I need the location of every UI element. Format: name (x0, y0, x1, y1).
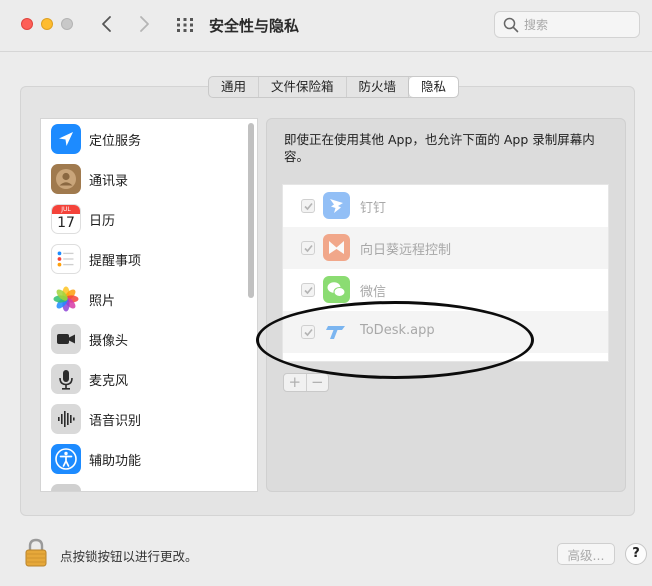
photos-icon (51, 284, 81, 314)
app-name: ToDesk.app (360, 323, 435, 338)
accessibility-icon (51, 444, 81, 474)
sidebar-item-partial[interactable] (41, 479, 241, 491)
sidebar-item-label: 麦克风 (89, 374, 129, 389)
advanced-button[interactable]: 高级... (557, 543, 615, 565)
app-row-todesk[interactable]: ToDesk.app (283, 311, 608, 353)
grid-icon (177, 18, 193, 32)
sidebar-item-label: 语音识别 (89, 414, 142, 429)
sidebar-scrollbar[interactable] (244, 121, 256, 489)
add-app-button[interactable]: + (284, 374, 307, 391)
sidebar-item-label: 提醒事项 (89, 254, 142, 269)
app-checkbox[interactable] (301, 241, 315, 255)
screen-recording-description: 即使正在使用其他 App，也允许下面的 App 录制屏幕内容。 (284, 132, 595, 164)
app-name: 钉钉 (360, 201, 387, 216)
tab-bar: 通用 文件保险箱 防火墙 隐私 (208, 76, 460, 98)
location-arrow-icon (51, 124, 81, 154)
tab-firewall[interactable]: 防火墙 (347, 77, 410, 97)
sidebar-item-camera[interactable]: 摄像头 (41, 319, 241, 359)
calendar-icon: JUL 17 (51, 204, 81, 234)
remove-app-button[interactable]: − (307, 374, 329, 391)
privacy-category-list[interactable]: 定位服务 通讯录 JUL 17 日历 提醒事项 照片 摄像头 麦克风 语音识别 … (40, 118, 258, 492)
app-name: 微信 (360, 285, 387, 300)
speech-recognition-icon (51, 404, 81, 434)
lock-hint-text: 点按锁按钮以进行更改。 (60, 549, 198, 564)
add-remove-control: + − (283, 373, 329, 392)
sidebar-item-calendar[interactable]: JUL 17 日历 (41, 199, 241, 239)
sidebar-item-microphone[interactable]: 麦克风 (41, 359, 241, 399)
lock-icon (25, 538, 47, 567)
help-button[interactable]: ? (625, 543, 647, 565)
minimize-window-button[interactable] (41, 18, 53, 30)
camera-icon (51, 324, 81, 354)
window-title: 安全性与隐私 (209, 17, 300, 35)
todesk-icon (323, 318, 350, 345)
sidebar-item-label: 定位服务 (89, 134, 142, 149)
sidebar-item-label: 摄像头 (89, 334, 129, 349)
screen-recording-app-list[interactable]: 钉钉 向日葵远程控制 微信 ToDesk.app (282, 184, 609, 362)
sidebar-item-location-services[interactable]: 定位服务 (41, 119, 241, 159)
title-bar: 安全性与隐私 (0, 0, 652, 52)
sidebar-item-accessibility[interactable]: 辅助功能 (41, 439, 241, 479)
checkmark-icon (304, 328, 313, 337)
sidebar-item-label: 日历 (89, 214, 116, 229)
app-checkbox[interactable] (301, 325, 315, 339)
app-row-wechat[interactable]: 微信 (283, 269, 608, 311)
dingtalk-icon (323, 192, 350, 219)
close-window-button[interactable] (21, 18, 33, 30)
checkmark-icon (304, 202, 313, 211)
microphone-icon (51, 364, 81, 394)
search-input[interactable] (524, 16, 634, 34)
reminders-icon (51, 244, 81, 274)
sidebar-item-reminders[interactable]: 提醒事项 (41, 239, 241, 279)
sidebar-item-speech-recognition[interactable]: 语音识别 (41, 399, 241, 439)
app-checkbox[interactable] (301, 199, 315, 213)
checkmark-icon (304, 244, 313, 253)
chevron-left-icon (102, 16, 111, 32)
forward-button[interactable] (133, 12, 155, 36)
contacts-icon (51, 164, 81, 194)
app-checkbox[interactable] (301, 283, 315, 297)
wechat-icon (323, 276, 350, 303)
app-name: 向日葵远程控制 (360, 243, 452, 258)
sidebar-item-label: 通讯录 (89, 174, 129, 189)
back-button[interactable] (96, 12, 118, 36)
show-all-button[interactable] (175, 15, 195, 35)
tab-privacy[interactable]: 隐私 (409, 77, 459, 97)
app-row-sunlogin[interactable]: 向日葵远程控制 (283, 227, 608, 269)
search-icon (503, 17, 519, 33)
partial-item-icon (51, 484, 81, 491)
sidebar-item-label: 照片 (89, 294, 116, 309)
sidebar-item-photos[interactable]: 照片 (41, 279, 241, 319)
sidebar-item-label: 辅助功能 (89, 454, 142, 469)
zoom-window-button[interactable] (61, 18, 73, 30)
tab-filevault[interactable]: 文件保险箱 (259, 77, 347, 97)
sunlogin-icon (323, 234, 350, 261)
lock-button[interactable] (24, 536, 48, 568)
chevron-right-icon (140, 16, 149, 32)
sidebar-item-contacts[interactable]: 通讯录 (41, 159, 241, 199)
app-row-dingtalk[interactable]: 钉钉 (283, 185, 608, 227)
search-field[interactable] (494, 11, 640, 38)
checkmark-icon (304, 286, 313, 295)
tab-general[interactable]: 通用 (209, 77, 260, 97)
scrollbar-thumb[interactable] (248, 123, 254, 298)
